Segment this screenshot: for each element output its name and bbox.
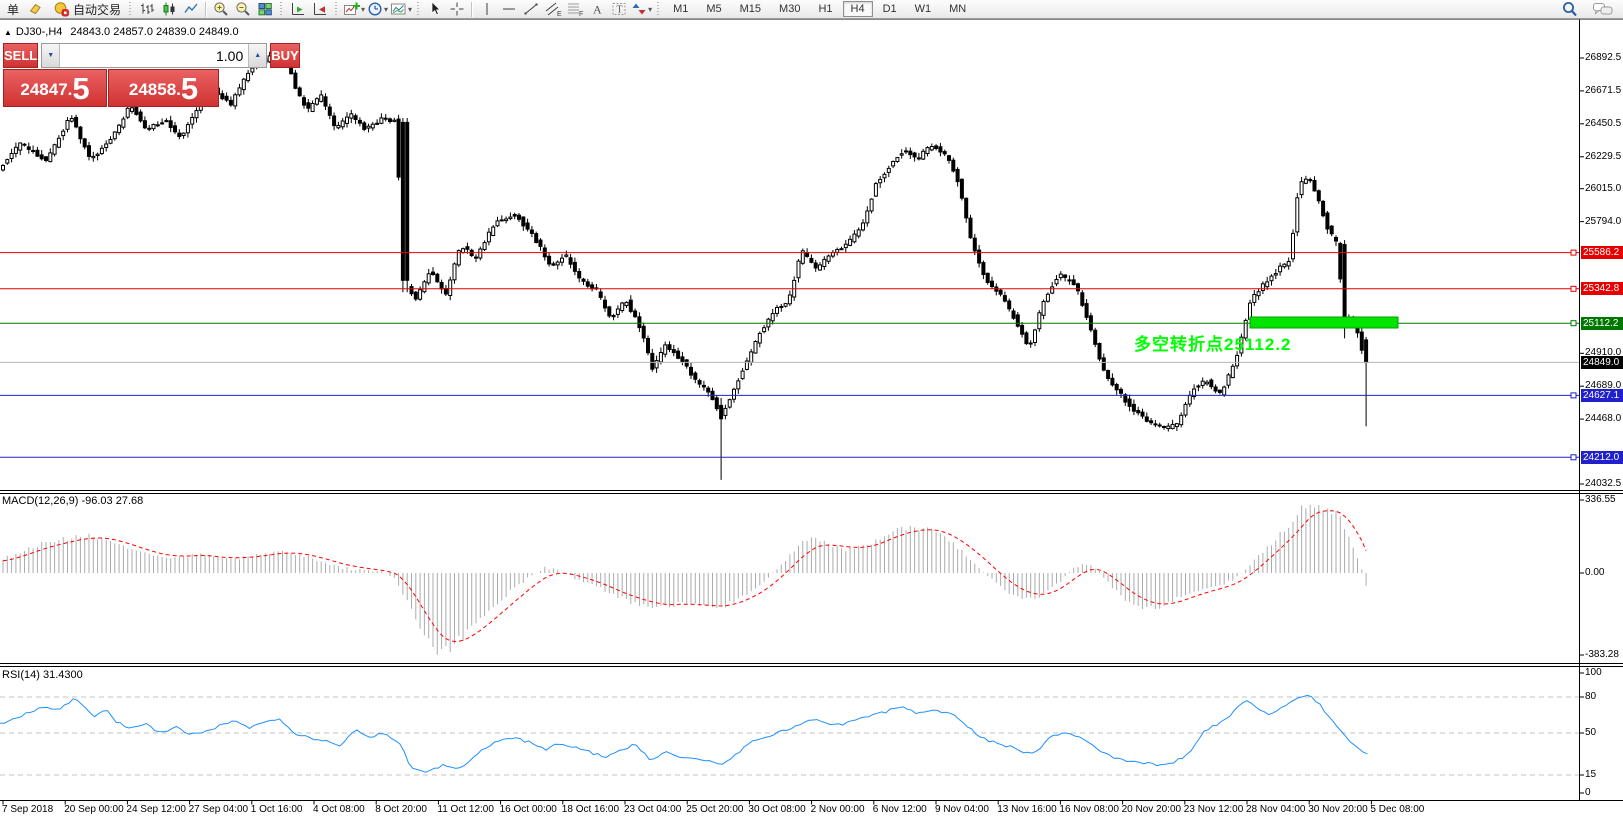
buy-price[interactable]: 24858.5 — [108, 69, 219, 107]
level-line-handle[interactable] — [1571, 321, 1576, 326]
sell-price[interactable]: 24847.5 — [3, 69, 107, 107]
chart-window-icon: ▲ — [4, 28, 12, 37]
sell-price-big: 5 — [72, 74, 89, 104]
pivot-zone-bar[interactable] — [1250, 317, 1398, 328]
time-axis-label: 8 Oct 20:00 — [375, 804, 427, 815]
buy-button[interactable]: BUY — [270, 43, 299, 68]
axis-tick-label: 25794.0 — [1585, 216, 1621, 228]
mt4-window: 单 自动交易 — [0, 0, 1623, 820]
time-axis-label: 30 Nov 20:00 — [1308, 804, 1368, 815]
axis-tick-label: 24468.0 — [1585, 413, 1621, 425]
macd-indicator-label: MACD(12,26,9) -96.03 27.68 — [2, 495, 143, 507]
time-axis-label: 7 Sep 2018 — [2, 804, 53, 815]
level-line-handle[interactable] — [1571, 250, 1576, 255]
symbol-timeframe: DJ30-,H4 — [16, 26, 62, 38]
axis-tick-label: 80 — [1585, 691, 1596, 703]
price-line-badge[interactable]: 25112.2 — [1581, 317, 1623, 330]
macd-histogram — [3, 505, 1366, 655]
chart-title: ▲ DJ30-,H4 24843.0 24857.0 24839.0 24849.0 — [4, 26, 239, 38]
buy-price-small: 24858. — [129, 79, 181, 101]
volume-spinner: ▼ ▲ — [41, 43, 267, 68]
time-axis-label: 20 Nov 20:00 — [1122, 804, 1182, 815]
sell-button[interactable]: SELL — [3, 43, 38, 68]
price-line-badge[interactable]: 24212.0 — [1581, 451, 1623, 464]
rsi-line — [0, 695, 1367, 772]
axis-tick-label: 24032.5 — [1585, 478, 1621, 490]
time-axis-label: 20 Sep 00:00 — [64, 804, 124, 815]
volume-decrease-button[interactable]: ▼ — [42, 44, 60, 67]
axis-tick-label: 0 — [1585, 787, 1591, 799]
macd-signal-line — [3, 511, 1366, 642]
time-axis-label: 4 Oct 08:00 — [313, 804, 365, 815]
level-line-handle[interactable] — [1571, 286, 1576, 291]
axis-tick-label: 50 — [1585, 727, 1596, 739]
time-axis-label: 28 Nov 04:00 — [1246, 804, 1306, 815]
axis-tick-label: 24689.0 — [1585, 380, 1621, 392]
time-axis-label: 6 Nov 12:00 — [873, 804, 927, 815]
axis-tick-label: 26671.5 — [1585, 85, 1621, 97]
price-line-badge[interactable]: 25342.8 — [1581, 282, 1623, 295]
time-axis-label: 30 Oct 08:00 — [748, 804, 805, 815]
time-axis-label: 5 Dec 08:00 — [1370, 804, 1424, 815]
axis-tick-label: 0.00 — [1585, 567, 1604, 579]
time-axis-label: 24 Sep 12:00 — [126, 804, 186, 815]
sell-price-small: 24847. — [20, 79, 72, 101]
ohlc-values: 24843.0 24857.0 24839.0 24849.0 — [70, 26, 238, 38]
time-axis-label: 16 Nov 08:00 — [1059, 804, 1119, 815]
time-axis-label: 13 Nov 16:00 — [997, 804, 1057, 815]
time-axis-label: 2 Nov 00:00 — [811, 804, 865, 815]
price-line-badge[interactable]: 25586.2 — [1581, 246, 1623, 259]
time-axis-label: 11 Oct 12:00 — [437, 804, 494, 815]
axis-tick-label: 26450.5 — [1585, 118, 1621, 130]
candles-layer — [2, 45, 1368, 480]
time-axis-label: 16 Oct 00:00 — [500, 804, 557, 815]
time-axis-label: 27 Sep 04:00 — [189, 804, 249, 815]
axis-tick-label: 336.55 — [1585, 494, 1616, 506]
pivot-annotation-text: 多空转折点25112.2 — [1134, 330, 1292, 355]
level-line-handle[interactable] — [1571, 455, 1576, 460]
time-axis-label: 23 Oct 04:00 — [624, 804, 681, 815]
time-axis-label: 1 Oct 16:00 — [251, 804, 303, 815]
time-axis-label: 25 Oct 20:00 — [686, 804, 743, 815]
axis-tick-label: 26015.0 — [1585, 183, 1621, 195]
volume-increase-button[interactable]: ▲ — [248, 44, 266, 67]
axis-tick-label: -383.28 — [1585, 649, 1619, 661]
axis-tick-label: 15 — [1585, 769, 1596, 781]
time-axis-label: 9 Nov 04:00 — [935, 804, 989, 815]
rsi-indicator-label: RSI(14) 31.4300 — [2, 669, 83, 681]
buy-price-big: 5 — [181, 74, 198, 104]
one-click-trading-panel: SELL ▼ ▲ BUY 24847.5 24858.5 — [3, 43, 219, 107]
time-axis-label: 23 Nov 12:00 — [1184, 804, 1244, 815]
volume-input[interactable] — [60, 44, 248, 67]
axis-tick-label: 26229.5 — [1585, 151, 1621, 163]
axis-tick-label: 100 — [1585, 667, 1602, 679]
axis-tick-label: 24910.0 — [1585, 347, 1621, 359]
time-axis-label: 18 Oct 16:00 — [562, 804, 619, 815]
level-line-handle[interactable] — [1571, 393, 1576, 398]
chart-canvas[interactable] — [0, 0, 1623, 820]
axis-tick-label: 26892.5 — [1585, 52, 1621, 64]
